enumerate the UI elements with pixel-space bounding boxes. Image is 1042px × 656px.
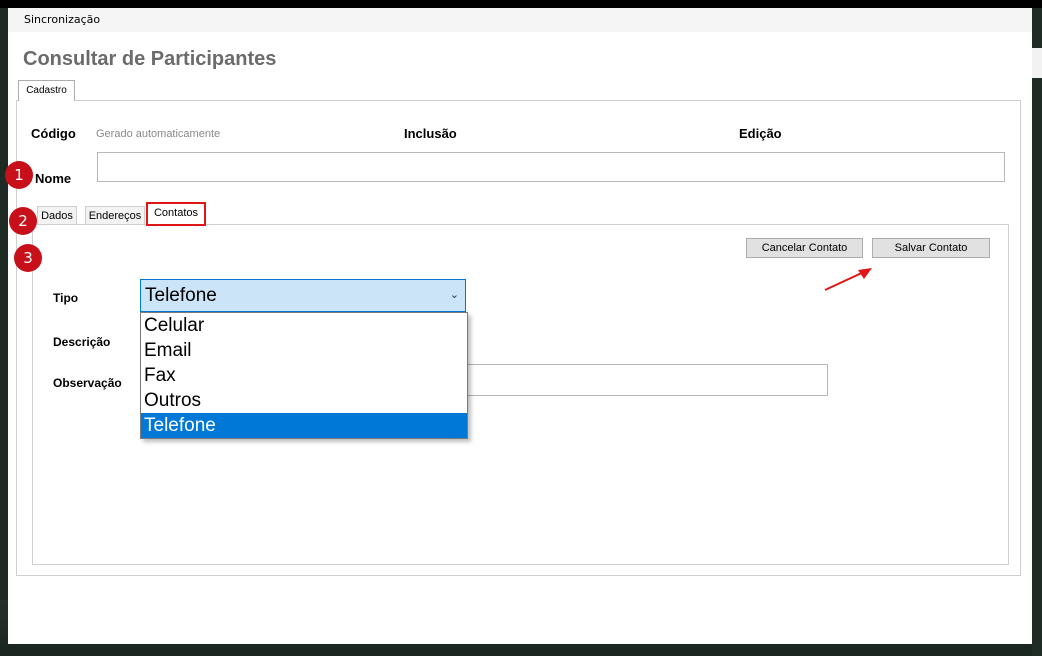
- window-title: Sincronização: [24, 13, 101, 26]
- tipo-select-value: Telefone: [145, 285, 217, 306]
- nome-input[interactable]: [97, 152, 1005, 182]
- tipo-option-celular[interactable]: Celular: [141, 313, 467, 338]
- observacao-label: Observação: [53, 376, 122, 390]
- chevron-down-icon[interactable]: ⌄: [450, 288, 459, 301]
- observacao-input[interactable]: [467, 364, 828, 396]
- menu-bar: Sincronização: [8, 8, 1032, 32]
- nome-label: Nome: [35, 171, 72, 186]
- step-marker-1: 1: [5, 161, 33, 189]
- codigo-value: Gerado automaticamente: [96, 128, 221, 140]
- edicao-label: Edição: [739, 126, 782, 141]
- background-right-edge: [1032, 8, 1042, 656]
- tab-cadastro[interactable]: Cadastro: [18, 80, 75, 101]
- tipo-option-fax[interactable]: Fax: [141, 363, 467, 388]
- step-marker-2: 2: [9, 207, 37, 235]
- page-title: Consultar de Participantes: [23, 48, 277, 70]
- inclusao-label: Inclusão: [404, 126, 457, 141]
- tipo-label: Tipo: [53, 291, 79, 305]
- tipo-select[interactable]: Telefone ⌄: [140, 279, 466, 312]
- cancel-contact-button[interactable]: Cancelar Contato: [746, 238, 863, 258]
- tab-contatos[interactable]: Contatos: [146, 202, 206, 226]
- codigo-label: Código: [31, 126, 76, 141]
- tipo-option-outros[interactable]: Outros: [141, 388, 467, 413]
- tipo-dropdown-list: Celular Email Fax Outros Telefone: [140, 312, 468, 439]
- save-contact-button[interactable]: Salvar Contato: [872, 238, 990, 258]
- tab-enderecos[interactable]: Endereços: [85, 206, 145, 225]
- descricao-label: Descrição: [53, 335, 111, 349]
- step-marker-3: 3: [14, 244, 42, 272]
- tipo-option-telefone[interactable]: Telefone: [141, 413, 467, 438]
- screen-top-strip: [0, 0, 1042, 8]
- tipo-option-email[interactable]: Email: [141, 338, 467, 363]
- tab-dados[interactable]: Dados: [37, 206, 77, 225]
- background-edge-highlight: [1032, 48, 1042, 78]
